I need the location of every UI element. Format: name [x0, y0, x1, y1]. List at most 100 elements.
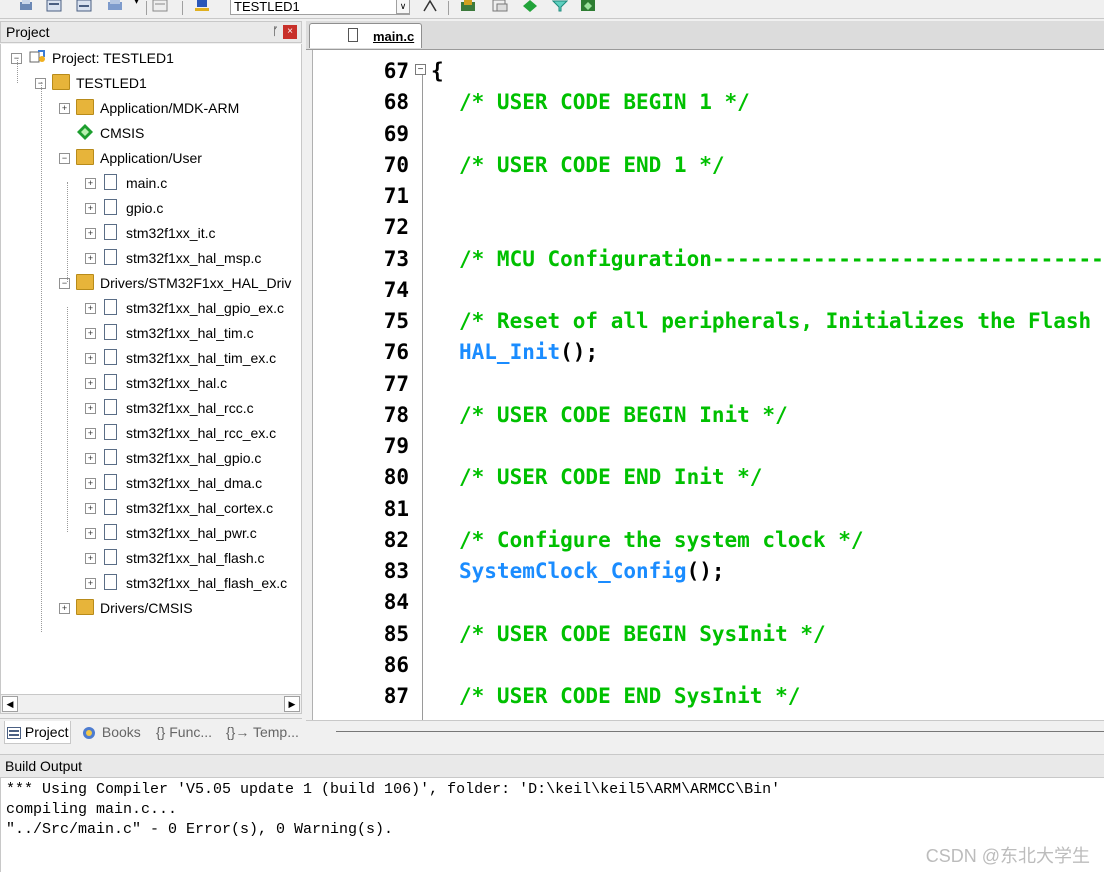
code-text: /* USER CODE END 1 */: [459, 150, 725, 181]
code-editor[interactable]: − 67{68/* USER CODE BEGIN 1 */69 70/* USE…: [312, 50, 1104, 720]
code-line: 80 /* USER CODE END Init */: [313, 462, 1104, 493]
close-icon[interactable]: ×: [283, 25, 297, 39]
tree-item[interactable]: + stm32f1xx_hal_flash.c: [85, 546, 265, 571]
expand-icon[interactable]: +: [85, 177, 96, 189]
download-icon[interactable]: [194, 0, 210, 12]
scroll-left-arrow-icon[interactable]: ◀: [2, 696, 18, 712]
pin-icon[interactable]: ᚪ: [272, 22, 279, 42]
tree-item-label: stm32f1xx_hal_gpio_ex.c: [126, 300, 284, 316]
expand-icon[interactable]: +: [85, 502, 96, 514]
tree-item[interactable]: − TESTLED1: [35, 71, 147, 96]
tree-item[interactable]: + stm32f1xx_it.c: [85, 221, 215, 246]
tab-main-c[interactable]: main.c: [309, 23, 422, 48]
tree-item[interactable]: + stm32f1xx_hal_flash_ex.c: [85, 571, 287, 596]
code-line: 72: [313, 212, 1104, 243]
code-token: /* USER CODE END 1 */: [459, 152, 725, 177]
code-line: 82 /* Configure the system clock */: [313, 525, 1104, 556]
tree-item-label: main.c: [126, 175, 168, 191]
manage-project-icon[interactable]: [492, 0, 508, 12]
tab-templates[interactable]: {}→ Temp...: [226, 721, 299, 743]
tree-item[interactable]: + stm32f1xx_hal_msp.c: [85, 246, 261, 271]
editor-horizontal-scrollbar[interactable]: [306, 720, 1104, 747]
tree-item[interactable]: + stm32f1xx_hal_cortex.c: [85, 496, 273, 521]
load-icon[interactable]: [108, 0, 124, 12]
tree-item[interactable]: + gpio.c: [85, 196, 163, 221]
scroll-right-arrow-icon[interactable]: ▶: [284, 696, 300, 712]
expand-icon[interactable]: +: [85, 477, 96, 489]
expand-icon[interactable]: +: [85, 577, 96, 589]
tree-item[interactable]: + stm32f1xx_hal_rcc_ex.c: [85, 421, 276, 446]
tree-item[interactable]: + stm32f1xx_hal_gpio_ex.c: [85, 296, 284, 321]
expand-icon[interactable]: +: [85, 527, 96, 539]
manage-components-icon[interactable]: [422, 0, 438, 12]
collapse-icon[interactable]: −: [59, 152, 70, 164]
tab-books[interactable]: Books: [80, 721, 141, 743]
collapse-icon[interactable]: −: [59, 277, 70, 289]
expand-icon[interactable]: +: [85, 377, 96, 389]
pack-installer-icon[interactable]: [580, 0, 596, 12]
tree-item[interactable]: + Application/MDK-ARM: [59, 96, 239, 121]
folder-icon: [76, 599, 94, 616]
target-select[interactable]: TESTLED1: [230, 0, 410, 15]
tree-item-label: stm32f1xx_hal_tim.c: [126, 325, 254, 341]
expand-icon[interactable]: +: [59, 102, 70, 114]
select-packs-icon[interactable]: [460, 0, 476, 12]
build-output-header: Build Output: [0, 754, 1104, 778]
expand-icon[interactable]: +: [85, 452, 96, 464]
tree-item-label: stm32f1xx_hal_msp.c: [126, 250, 262, 266]
toolbar-separator: [448, 1, 449, 15]
expand-icon[interactable]: +: [85, 402, 96, 414]
expand-icon[interactable]: +: [85, 552, 96, 564]
code-text: /* Reset of all peripherals, Initializes…: [459, 306, 1104, 337]
code-line: 76 HAL_Init();: [313, 337, 1104, 368]
tree-item-label: stm32f1xx_hal_flash_ex.c: [126, 575, 288, 591]
line-number: 75: [383, 309, 409, 333]
code-text: SystemClock_Config();: [459, 556, 725, 587]
tree-item[interactable]: − Project: TESTLED1: [11, 46, 174, 71]
tree-item[interactable]: + Drivers/CMSIS: [59, 596, 193, 621]
tree-item-label: Drivers/STM32F1xx_HAL_Driv: [100, 275, 292, 291]
tree-item[interactable]: + stm32f1xx_hal_rcc.c: [85, 396, 254, 421]
watermark: CSDN @东北大学生: [925, 846, 1090, 866]
project-horizontal-scrollbar[interactable]: ◀ ▶: [0, 694, 302, 714]
tree-item-label: stm32f1xx_hal_tim_ex.c: [126, 350, 277, 366]
tab-main-c-label: main.c: [373, 29, 415, 44]
tree-item[interactable]: − Application/User: [59, 146, 202, 171]
tab-project[interactable]: Project: [4, 721, 72, 744]
tree-item[interactable]: CMSIS: [59, 121, 144, 146]
expand-icon[interactable]: +: [85, 427, 96, 439]
tree-item[interactable]: + stm32f1xx_hal_tim_ex.c: [85, 346, 276, 371]
code-text: HAL_Init();: [459, 337, 598, 368]
expand-icon[interactable]: +: [85, 327, 96, 339]
tree-item[interactable]: + stm32f1xx_hal_dma.c: [85, 471, 262, 496]
tree-item[interactable]: + stm32f1xx_hal_gpio.c: [85, 446, 261, 471]
tree-item[interactable]: + stm32f1xx_hal_tim.c: [85, 321, 254, 346]
expand-icon[interactable]: +: [85, 252, 96, 264]
code-text: /* USER CODE BEGIN 1 */: [459, 87, 750, 118]
build-icon[interactable]: [76, 0, 92, 12]
file-icon: [104, 249, 117, 266]
config-icon[interactable]: [552, 0, 568, 12]
batch-build-icon[interactable]: [46, 0, 62, 12]
expand-icon[interactable]: +: [85, 352, 96, 364]
tree-item[interactable]: + stm32f1xx_hal_pwr.c: [85, 521, 257, 546]
file-icon: [104, 299, 117, 316]
tree-item[interactable]: + stm32f1xx_hal.c: [85, 371, 227, 396]
translate-icon[interactable]: [18, 0, 34, 12]
tab-functions[interactable]: {} Func...: [156, 721, 212, 743]
editor-scroll-track[interactable]: [336, 731, 1104, 732]
tree-guide-line: [17, 58, 18, 83]
file-icon: [104, 349, 117, 366]
expand-icon[interactable]: +: [85, 202, 96, 214]
run-icon[interactable]: [522, 0, 538, 12]
target-options-icon[interactable]: [152, 0, 168, 12]
expand-icon[interactable]: +: [85, 227, 96, 239]
tree-item-label: stm32f1xx_hal_dma.c: [126, 475, 263, 491]
target-select-arrow[interactable]: ∨: [396, 0, 410, 14]
dropdown-arrow-icon[interactable]: ▾: [134, 0, 139, 7]
expand-icon[interactable]: +: [59, 602, 70, 614]
tree-item[interactable]: + main.c: [85, 171, 167, 196]
expand-icon[interactable]: +: [85, 302, 96, 314]
tree-item[interactable]: − Drivers/STM32F1xx_HAL_Driv: [59, 271, 291, 296]
tree-item-label: Application/User: [100, 150, 202, 166]
